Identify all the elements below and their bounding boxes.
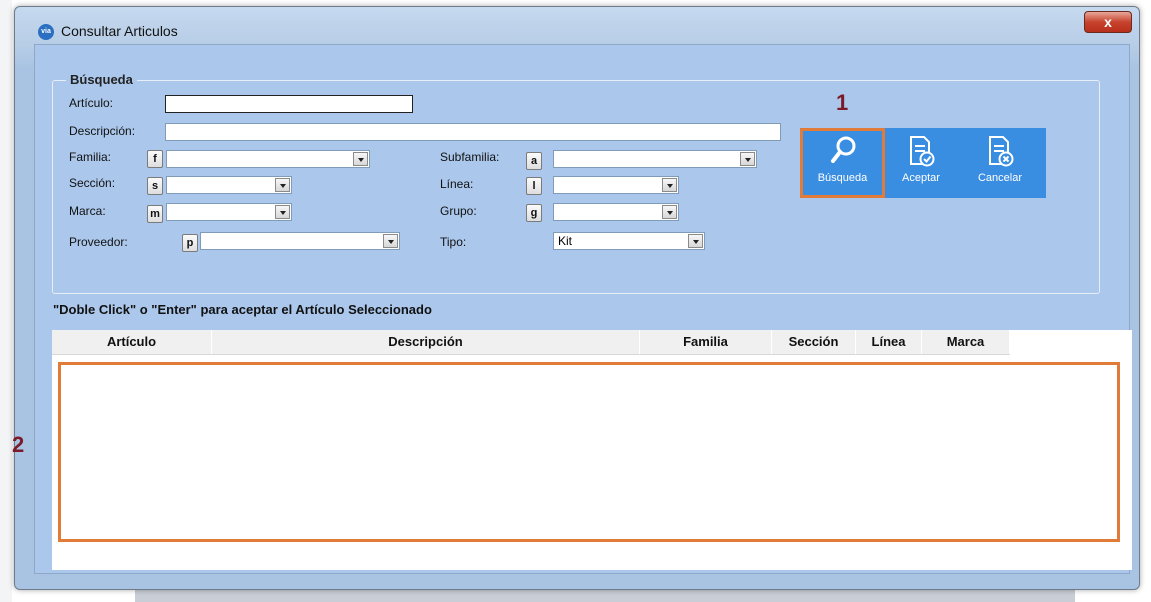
- title-bar[interactable]: via Consultar Articulos x: [15, 7, 1139, 49]
- familia-key-button[interactable]: f: [147, 150, 163, 168]
- grid-hint-text: "Doble Click" o "Enter" para aceptar el …: [53, 302, 432, 317]
- annotation-marker-1: 1: [836, 90, 849, 115]
- column-header-familia[interactable]: Familia: [640, 330, 772, 354]
- column-header-articulo[interactable]: Artículo: [52, 330, 212, 354]
- linea-label: Línea:: [440, 177, 474, 191]
- tipo-label: Tipo:: [440, 235, 467, 249]
- proveedor-label: Proveedor:: [69, 235, 128, 249]
- column-header-seccion[interactable]: Sección: [772, 330, 856, 354]
- subfamilia-combo[interactable]: [553, 150, 757, 168]
- marca-combo[interactable]: [166, 203, 292, 221]
- desktop-background: [0, 0, 12, 602]
- grupo-label: Grupo:: [440, 204, 477, 218]
- chevron-down-icon[interactable]: [662, 205, 677, 219]
- grupo-key-button[interactable]: g: [526, 204, 542, 222]
- aceptar-button[interactable]: Aceptar: [886, 128, 956, 198]
- cancelar-button[interactable]: Cancelar: [960, 128, 1040, 198]
- search-icon: [830, 136, 855, 163]
- articulo-input[interactable]: [165, 95, 413, 113]
- subfamilia-key-button[interactable]: a: [526, 152, 542, 170]
- chevron-down-icon[interactable]: [275, 178, 290, 192]
- cancelar-button-label: Cancelar: [977, 172, 1023, 184]
- annotation-marker-2: 2: [12, 432, 25, 457]
- chevron-down-icon[interactable]: [662, 178, 677, 192]
- taskbar-strip: [135, 590, 1075, 602]
- app-icon: via: [38, 24, 54, 40]
- busqueda-button[interactable]: Búsqueda: [800, 128, 885, 198]
- column-header-linea[interactable]: Línea: [856, 330, 922, 354]
- seccion-key-button[interactable]: s: [147, 177, 163, 195]
- linea-key-button[interactable]: l: [526, 177, 542, 195]
- chevron-down-icon[interactable]: [353, 152, 368, 166]
- grupo-combo[interactable]: [553, 203, 679, 221]
- proveedor-combo[interactable]: [200, 232, 400, 250]
- chevron-down-icon[interactable]: [275, 205, 290, 219]
- window-title: Consultar Articulos: [61, 23, 178, 39]
- tipo-combo[interactable]: Kit: [553, 232, 705, 250]
- busqueda-button-label: Búsqueda: [817, 172, 868, 184]
- chevron-down-icon[interactable]: [688, 234, 703, 248]
- grid-header: Artículo Descripción Familia Sección Lín…: [52, 330, 1010, 355]
- document-check-icon: [910, 136, 935, 167]
- action-toolbar: Búsqueda Aceptar Cancelar: [800, 128, 1046, 198]
- familia-label: Familia:: [69, 150, 112, 164]
- seccion-label: Sección:: [69, 176, 116, 190]
- seccion-combo[interactable]: [166, 176, 292, 194]
- aceptar-button-label: Aceptar: [902, 172, 940, 184]
- marca-label: Marca:: [69, 204, 106, 218]
- results-grid[interactable]: Artículo Descripción Familia Sección Lín…: [52, 330, 1132, 570]
- marca-key-button[interactable]: m: [147, 205, 163, 223]
- search-group-legend: Búsqueda: [66, 72, 137, 87]
- close-button[interactable]: x: [1084, 11, 1132, 33]
- tipo-value: Kit: [558, 234, 573, 248]
- familia-combo[interactable]: [166, 150, 370, 168]
- proveedor-key-button[interactable]: p: [182, 234, 198, 252]
- descripcion-label: Descripción:: [69, 124, 136, 138]
- subfamilia-label: Subfamilia:: [440, 150, 500, 164]
- results-list-area[interactable]: [58, 362, 1120, 542]
- articulo-label: Artículo:: [69, 96, 114, 110]
- document-cancel-icon: [989, 136, 1014, 167]
- chevron-down-icon[interactable]: [740, 152, 755, 166]
- column-header-marca[interactable]: Marca: [922, 330, 1010, 354]
- linea-combo[interactable]: [553, 176, 679, 194]
- descripcion-input[interactable]: [165, 123, 781, 141]
- column-header-descripcion[interactable]: Descripción: [212, 330, 640, 354]
- chevron-down-icon[interactable]: [383, 234, 398, 248]
